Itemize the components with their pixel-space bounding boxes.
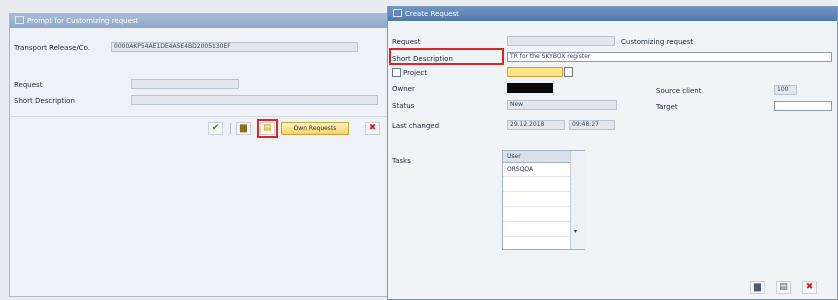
last-changed-label: Last changed [392, 122, 440, 130]
value-help-icon[interactable] [564, 67, 573, 77]
table-row-divider [503, 221, 570, 222]
short-description-highlight [389, 48, 504, 65]
status-field: New [507, 100, 617, 110]
cancel-button[interactable]: ✖ [365, 122, 380, 135]
save-icon: ▆ [240, 123, 247, 133]
project-label: Project [403, 69, 427, 77]
last-changed-date: 29.12.2018 [507, 120, 565, 130]
save-button[interactable]: ▆ [236, 122, 251, 135]
short-description-field[interactable] [131, 95, 378, 105]
project-field[interactable] [507, 67, 563, 77]
request-label: Request [392, 38, 421, 46]
transport-release-field[interactable]: 0000AKP54AE1DE4A5E4BD2005130EF [111, 42, 358, 52]
create-request-title: Create Request [405, 10, 459, 18]
create-request-highlight [257, 119, 278, 138]
continue-button[interactable]: ✔ [208, 122, 223, 135]
create-request-titlebar: Create Request [388, 7, 837, 21]
tasks-table: User ORSQOA ▾ [502, 150, 585, 250]
short-description-input[interactable]: TR for the SKYBOX register [507, 52, 832, 62]
prompt-dialog: Prompt for Customizing request Transport… [9, 13, 391, 297]
close-icon: ✖ [368, 123, 377, 133]
source-client-field: 100 [774, 85, 797, 95]
divider [10, 116, 390, 117]
own-requests-label: Own Requests [293, 125, 337, 132]
tasks-column-header: User [507, 153, 521, 160]
table-row-divider [503, 206, 570, 207]
source-client-label: Source client [656, 87, 702, 95]
toolbar-separator [230, 123, 231, 134]
table-row-divider [503, 236, 570, 237]
scroll-down-icon[interactable]: ▾ [574, 228, 577, 235]
target-label: Target [656, 103, 678, 111]
request-number-field [507, 36, 615, 46]
transport-release-label: Transport Release/Co. [14, 44, 91, 52]
create-request-dialog: Create Request Request Customizing reque… [387, 6, 838, 300]
cancel-request-button[interactable]: ✖ [802, 281, 817, 294]
request-type: Customizing request [621, 38, 694, 46]
close-icon: ✖ [805, 282, 814, 292]
last-changed-time: 09:48:27 [569, 120, 615, 130]
save-request-button[interactable]: ▆ [750, 281, 765, 294]
table-row[interactable]: ORSQOA [507, 166, 533, 173]
table-row-divider [503, 191, 570, 192]
request-label: Request [14, 81, 43, 89]
request-field[interactable] [131, 79, 239, 89]
short-description-label: Short Description [14, 97, 75, 105]
window-icon [393, 9, 402, 17]
local-request-button[interactable]: ▤ [776, 281, 791, 294]
target-input[interactable] [774, 101, 832, 111]
owner-field[interactable] [507, 83, 553, 93]
tasks-scrollbar[interactable]: ▾ [570, 151, 585, 249]
tasks-label: Tasks [392, 157, 411, 165]
own-requests-button[interactable]: Own Requests [281, 122, 349, 135]
prompt-dialog-titlebar: Prompt for Customizing request [10, 14, 390, 28]
owner-label: Owner [392, 85, 415, 93]
status-label: Status [392, 102, 415, 110]
save-icon: ▆ [754, 282, 761, 292]
document-icon: ▤ [779, 282, 788, 292]
window-icon [15, 16, 24, 24]
prompt-dialog-title: Prompt for Customizing request [27, 17, 139, 25]
table-row-divider [503, 176, 570, 177]
project-checkbox[interactable] [392, 68, 401, 77]
checkmark-icon: ✔ [211, 123, 220, 133]
